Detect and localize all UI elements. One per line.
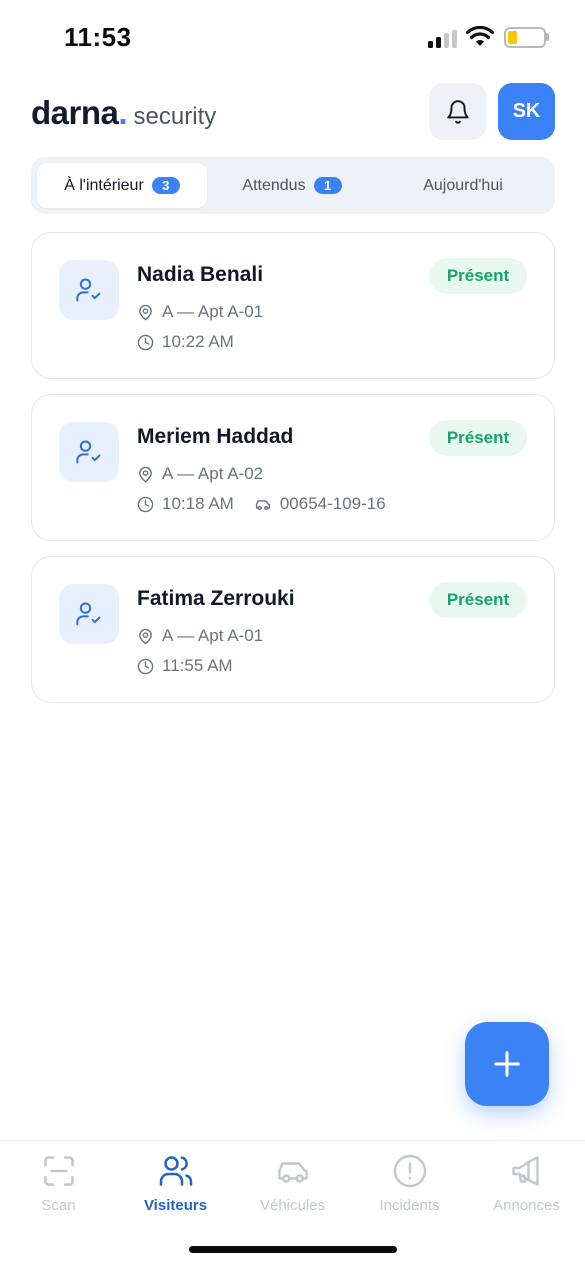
visitor-location-row: A — Apt A-02 <box>137 464 263 484</box>
wifi-icon <box>466 26 494 46</box>
users-icon <box>159 1156 192 1186</box>
tab-inside-count-badge: 3 <box>151 177 180 194</box>
visitor-name: Nadia Benali <box>137 263 264 286</box>
visitor-card[interactable]: Meriem Haddad Présent A — Apt A-02 10:18… <box>31 394 555 541</box>
visitor-name: Meriem Haddad <box>137 425 294 448</box>
nav-item-label: Véhicules <box>259 1197 326 1214</box>
tab-today[interactable]: Aujourd'hui <box>377 163 549 208</box>
user-check-icon <box>59 260 119 320</box>
nav-item-vehicles[interactable]: Véhicules <box>234 1153 351 1214</box>
map-pin-icon <box>139 304 152 320</box>
visitor-location-row: A — Apt A-01 <box>137 626 263 646</box>
visitor-card[interactable]: Fatima Zerrouki Présent A — Apt A-01 11:… <box>31 556 555 703</box>
nav-item-label: Scan <box>41 1197 76 1214</box>
brand-dot: . <box>118 94 128 131</box>
nav-item-label: Annonces <box>493 1197 560 1214</box>
visitor-time-row: 10:22 AM <box>137 332 234 352</box>
nav-item-announcements[interactable]: Annonces <box>468 1153 585 1214</box>
add-visitor-button[interactable] <box>465 1022 549 1106</box>
brand-subtitle: security <box>133 103 217 130</box>
visitor-time-row: 11:55 AM <box>137 656 233 676</box>
notifications-button[interactable] <box>429 83 486 140</box>
megaphone-icon <box>511 1156 539 1186</box>
user-check-icon <box>59 584 119 644</box>
visitor-name: Fatima Zerrouki <box>137 587 295 610</box>
visitor-time: 10:22 AM <box>162 332 234 351</box>
visitor-tabs: À l'intérieur 3 Attendus 1 Aujourd'hui <box>31 157 555 214</box>
map-pin-icon <box>139 628 152 644</box>
nav-item-label: Incidents <box>379 1197 440 1214</box>
tab-expected[interactable]: Attendus 1 <box>207 163 377 208</box>
car-icon <box>255 499 270 510</box>
clock-icon <box>137 658 154 674</box>
visitor-card[interactable]: Nadia Benali Présent A — Apt A-01 10:22 … <box>31 232 555 379</box>
status-bar: 11:53 <box>0 0 585 76</box>
brand-logo: darna . security <box>31 94 216 132</box>
user-check-icon <box>59 422 119 482</box>
bell-icon <box>446 99 469 124</box>
status-badge: Présent <box>429 582 527 618</box>
tab-inside-label: À l'intérieur <box>64 176 144 194</box>
tab-expected-count-badge: 1 <box>313 177 342 194</box>
brand-name: darna <box>31 94 119 131</box>
visitor-plate: 00654-109-16 <box>279 494 386 513</box>
app-header: darna . security SK <box>0 80 585 144</box>
clock-icon <box>137 334 154 350</box>
tab-inside[interactable]: À l'intérieur 3 <box>37 163 207 208</box>
tab-today-label: Aujourd'hui <box>423 176 503 194</box>
status-badge: Présent <box>429 420 527 456</box>
status-time: 11:53 <box>64 22 132 52</box>
visitor-location: A — Apt A-01 <box>162 626 264 645</box>
visitor-location-row: A — Apt A-01 <box>137 302 263 322</box>
visitor-time: 11:55 AM <box>162 656 233 675</box>
nav-item-incidents[interactable]: Incidents <box>351 1153 468 1214</box>
visitor-time-row: 10:18 AM 00654-109-16 <box>137 494 386 514</box>
user-avatar-button[interactable]: SK <box>498 83 555 140</box>
cellular-signal-icon <box>428 30 458 48</box>
status-badge: Présent <box>429 258 527 294</box>
nav-item-scan[interactable]: Scan <box>0 1153 117 1214</box>
scan-icon <box>43 1156 74 1186</box>
map-pin-icon <box>139 466 152 482</box>
plus-icon <box>494 1051 520 1077</box>
clock-icon <box>137 496 154 512</box>
visitor-location: A — Apt A-02 <box>162 464 264 483</box>
battery-icon <box>504 27 546 48</box>
visitor-time: 10:18 AM <box>162 494 234 513</box>
car-icon <box>277 1162 308 1183</box>
nav-item-visitors[interactable]: Visiteurs <box>117 1153 234 1214</box>
nav-item-label: Visiteurs <box>143 1197 208 1214</box>
visitor-location: A — Apt A-01 <box>162 302 264 321</box>
alert-circle-icon <box>393 1154 426 1188</box>
home-indicator[interactable] <box>189 1246 397 1253</box>
tab-expected-label: Attendus <box>242 176 306 194</box>
